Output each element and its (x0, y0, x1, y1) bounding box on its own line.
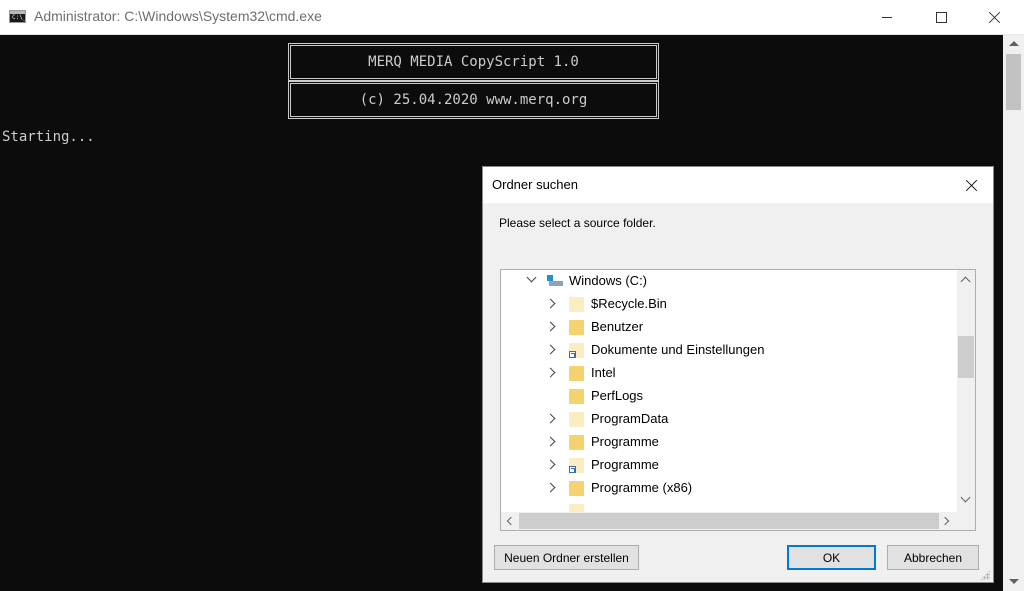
window-titlebar[interactable]: C:\_ Administrator: C:\Windows\System32\… (0, 0, 1024, 35)
minimize-icon (882, 16, 892, 18)
tree-item[interactable]: Benutzer (501, 316, 956, 339)
chevron-right-icon[interactable] (545, 482, 556, 493)
chevron-up-icon[interactable] (960, 276, 971, 287)
close-icon (966, 179, 978, 191)
tree-item-label: Programme (591, 457, 659, 472)
chevron-right-icon[interactable] (545, 436, 556, 447)
folder-icon (569, 412, 584, 427)
tree-item-label: Dokumente und Einstellungen (591, 342, 765, 357)
chevron-right-icon[interactable] (940, 516, 950, 526)
tree-horizontal-scrollbar[interactable] (501, 512, 957, 530)
tree-hscroll-thumb[interactable] (519, 513, 939, 529)
chevron-left-icon[interactable] (506, 516, 516, 526)
scrollbar-corner (957, 512, 975, 530)
folder-icon (569, 481, 584, 496)
tree-item-label: ProgramData (591, 411, 669, 426)
folder-icon (569, 435, 584, 450)
scroll-down-icon[interactable] (1009, 579, 1019, 584)
console-scroll-thumb[interactable] (1006, 54, 1021, 110)
folder-icon (569, 297, 584, 312)
chevron-right-icon[interactable] (545, 459, 556, 470)
tree-item-label: Intel (591, 365, 616, 380)
cmd-icon-text: C:\_ (12, 14, 27, 21)
tree-item[interactable]: Dokumente und Einstellungen (501, 339, 956, 362)
chevron-right-icon[interactable] (545, 321, 556, 332)
dialog-close-button[interactable] (959, 173, 985, 197)
console-status-line: Starting... (2, 129, 95, 145)
tree-item[interactable]: Intel (501, 362, 956, 385)
chevron-right-icon[interactable] (545, 413, 556, 424)
tree-item-label: $Recycle.Bin (591, 296, 667, 311)
chevron-right-icon[interactable] (545, 367, 556, 378)
banner-copyright: (c) 25.04.2020 www.merq.org (288, 81, 659, 119)
tree-item-label: Benutzer (591, 319, 644, 334)
folder-browser-dialog: Ordner suchen Please select a source fol… (482, 166, 994, 583)
ok-button[interactable]: OK (787, 545, 876, 570)
banner-title: MERQ MEDIA CopyScript 1.0 (288, 43, 659, 81)
maximize-icon (935, 11, 947, 23)
folder-icon (569, 366, 584, 381)
window-title: Administrator: C:\Windows\System32\cmd.e… (34, 8, 322, 24)
new-folder-button[interactable]: Neuen Ordner erstellen (494, 545, 639, 570)
tree-vertical-scrollbar[interactable] (957, 270, 975, 512)
tree-item[interactable]: Programme (501, 454, 956, 477)
resize-grip-icon[interactable] (980, 570, 990, 580)
folder-icon (569, 389, 584, 404)
dialog-titlebar[interactable]: Ordner suchen (483, 167, 993, 203)
dialog-title: Ordner suchen (492, 177, 578, 192)
tree-item-windows-c[interactable]: Windows (C:) (501, 270, 956, 293)
tree-item-label: PerfLogs (591, 388, 644, 403)
chevron-right-icon[interactable] (545, 344, 556, 355)
tree-vscroll-thumb[interactable] (958, 336, 974, 378)
folder-tree[interactable]: Windows (C:) $Recycle.Bin Benutzer Dokum… (500, 269, 976, 531)
close-button[interactable] (972, 0, 1018, 34)
cancel-button[interactable]: Abbrechen (887, 545, 979, 570)
tree-item[interactable]: Programme (501, 431, 956, 454)
chevron-down-icon[interactable] (526, 272, 537, 283)
tree-item-label: Windows (C:) (569, 273, 648, 288)
tree-item-label: Programme (591, 434, 659, 449)
tree-item[interactable]: Programme (x86) (501, 477, 956, 500)
drive-icon (547, 275, 563, 286)
folder-shortcut-icon (569, 343, 584, 358)
minimize-button[interactable] (864, 0, 910, 34)
folder-shortcut-icon (569, 458, 584, 473)
chevron-down-icon[interactable] (960, 492, 971, 503)
tree-item[interactable]: $Recycle.Bin (501, 293, 956, 316)
folder-icon (569, 320, 584, 335)
tree-item-label: Programme (x86) (591, 480, 693, 495)
scroll-up-icon[interactable] (1009, 41, 1019, 46)
dialog-prompt: Please select a source folder. (499, 216, 656, 230)
close-icon (989, 11, 1001, 23)
maximize-button[interactable] (918, 0, 964, 34)
tree-item[interactable]: PerfLogs (501, 385, 956, 408)
tree-item[interactable]: ProgramData (501, 408, 956, 431)
chevron-right-icon[interactable] (545, 298, 556, 309)
console-scrollbar[interactable] (1003, 35, 1024, 591)
cmd-icon: C:\_ (9, 10, 26, 23)
